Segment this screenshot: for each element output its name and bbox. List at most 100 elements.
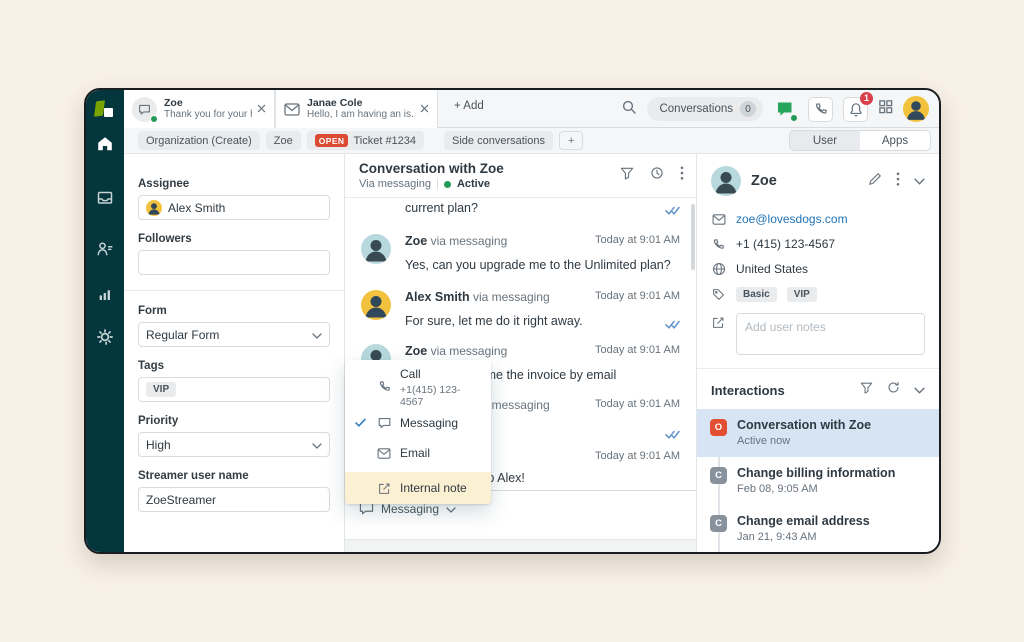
add-side-conversation-button[interactable]: + [559, 131, 583, 150]
message-sender: Zoe [405, 234, 427, 248]
filter-icon[interactable] [860, 381, 873, 399]
requester-chip[interactable]: Zoe [266, 131, 301, 150]
message-via: via messaging [431, 344, 508, 358]
streamer-username-label: Streamer user name [138, 470, 330, 482]
search-icon[interactable] [621, 99, 637, 120]
phone-icon [376, 380, 392, 393]
interaction-item[interactable]: C Change billing information Feb 08, 9:0… [697, 457, 939, 505]
interaction-item-active[interactable]: O Conversation with Zoe Active now [697, 409, 939, 457]
menu-item-call[interactable]: Call +1(415) 123-4567 [345, 365, 491, 408]
interaction-item[interactable]: C Account update Jan 3, 9:14 AM [697, 553, 939, 554]
tab-title: Janae Cole [307, 97, 415, 109]
chevron-down-icon [446, 507, 456, 513]
followers-field[interactable] [138, 250, 330, 275]
chevron-down-icon [312, 328, 322, 342]
add-tab-button[interactable]: + Add [454, 100, 484, 112]
views-icon[interactable] [96, 189, 114, 207]
context-toggle: User Apps [789, 130, 931, 151]
email-label: Email [400, 446, 430, 460]
organization-chip[interactable]: Organization (Create) [138, 131, 260, 150]
home-icon[interactable] [96, 135, 114, 153]
settings-icon[interactable] [96, 328, 114, 346]
globe-icon [711, 262, 726, 276]
customer-tag-basic[interactable]: Basic [736, 287, 777, 302]
history-icon[interactable] [650, 166, 664, 185]
customer-panel: Zoe zoe@lovesdogs.com +1 (415) 123-4567 … [697, 154, 939, 552]
conversation-tab-zoe[interactable]: Zoe Thank you for your hel... [124, 90, 275, 128]
internal-note-label: Internal note [400, 481, 467, 495]
collapse-icon[interactable] [914, 172, 925, 190]
phone-icon[interactable] [808, 97, 833, 122]
closed-ticket-badge: C [710, 467, 727, 484]
customer-tag-vip[interactable]: VIP [787, 287, 817, 302]
message-row: current plan? [345, 200, 696, 216]
priority-select[interactable]: High [138, 432, 330, 457]
collapse-icon[interactable] [914, 381, 925, 399]
read-check-icon [665, 426, 680, 444]
filter-icon[interactable] [620, 167, 634, 185]
ticket-fields-panel: Assignee Alex Smith Followers Form Regul… [124, 154, 345, 552]
tag-vip: VIP [146, 382, 176, 397]
bell-icon[interactable]: 1 [843, 97, 868, 122]
tab-preview: Thank you for your hel... [164, 109, 252, 121]
conversation-tab-janae[interactable]: Janae Cole Hello, I am having an is... [275, 90, 438, 128]
tags-field[interactable]: VIP [138, 377, 330, 402]
closed-ticket-badge: C [710, 515, 727, 532]
tags-label: Tags [138, 360, 330, 372]
kebab-menu-icon[interactable] [896, 172, 900, 191]
composer-channel-label: Messaging [381, 502, 439, 516]
scrollbar-thumb[interactable] [691, 204, 695, 270]
conversations-label: Conversations [659, 103, 733, 115]
phone-icon [711, 238, 726, 251]
conversation-header: Conversation with Zoe Via messaging Acti… [345, 154, 696, 198]
menu-item-email[interactable]: Email [345, 438, 491, 468]
edit-icon[interactable] [868, 172, 882, 191]
tag-icon [711, 288, 726, 301]
reports-icon[interactable] [96, 286, 114, 304]
zoe-avatar [711, 166, 741, 196]
read-check-icon [665, 316, 680, 334]
bottom-strip [345, 539, 696, 552]
user-notes-input[interactable] [736, 313, 925, 355]
assignee-label: Assignee [138, 178, 330, 190]
call-number: +1(415) 123-4567 [400, 384, 481, 408]
message-time: Today at 9:01 AM [595, 290, 680, 302]
refresh-icon[interactable] [887, 381, 900, 399]
tab-title: Zoe [164, 97, 252, 109]
chevron-down-icon [312, 438, 322, 452]
form-select[interactable]: Regular Form [138, 322, 330, 347]
toggle-apps[interactable]: Apps [860, 131, 930, 150]
side-conversations-chip[interactable]: Side conversations [444, 131, 553, 150]
conversations-button[interactable]: Conversations 0 [647, 97, 763, 121]
envelope-icon [284, 103, 300, 116]
toggle-user[interactable]: User [790, 131, 860, 150]
priority-label: Priority [138, 415, 330, 427]
interactions-timeline: O Conversation with Zoe Active now C Cha… [697, 409, 939, 554]
conversations-count-badge: 0 [740, 101, 756, 117]
user-avatar[interactable] [903, 96, 929, 122]
message-time: Today at 9:01 AM [595, 234, 680, 246]
grid-icon[interactable] [878, 99, 893, 119]
message-row: Zoe via messaging Today at 9:01 AM Yes, … [345, 234, 696, 273]
menu-item-internal-note[interactable]: Internal note [345, 472, 491, 504]
kebab-menu-icon[interactable] [680, 166, 684, 185]
ticket-bar: Organization (Create) Zoe OPEN Ticket #1… [124, 128, 939, 154]
open-ticket-badge: O [710, 419, 727, 436]
streamer-username-field[interactable]: ZoeStreamer [138, 487, 330, 512]
status-badge: OPEN [315, 134, 349, 147]
chat-icon[interactable] [773, 97, 798, 122]
form-value: Regular Form [146, 328, 219, 342]
zoe-avatar [361, 234, 391, 264]
menu-item-messaging[interactable]: Messaging [345, 408, 491, 438]
customers-icon[interactable] [96, 240, 114, 258]
top-bar: Zoe Thank you for your hel... Janae Cole… [124, 90, 939, 128]
interaction-item[interactable]: C Change email address Jan 21, 9:43 AM [697, 505, 939, 553]
ticket-chip[interactable]: OPEN Ticket #1234 [307, 131, 424, 150]
assignee-value: Alex Smith [168, 201, 225, 215]
close-icon[interactable] [257, 100, 266, 118]
customer-email-link[interactable]: zoe@lovesdogs.com [736, 212, 848, 226]
close-icon[interactable] [420, 100, 429, 118]
desktop: { "colors":{ "brand_sidebar":"#03363d", … [0, 0, 1024, 642]
assignee-field[interactable]: Alex Smith [138, 195, 330, 220]
alex-avatar [361, 290, 391, 320]
